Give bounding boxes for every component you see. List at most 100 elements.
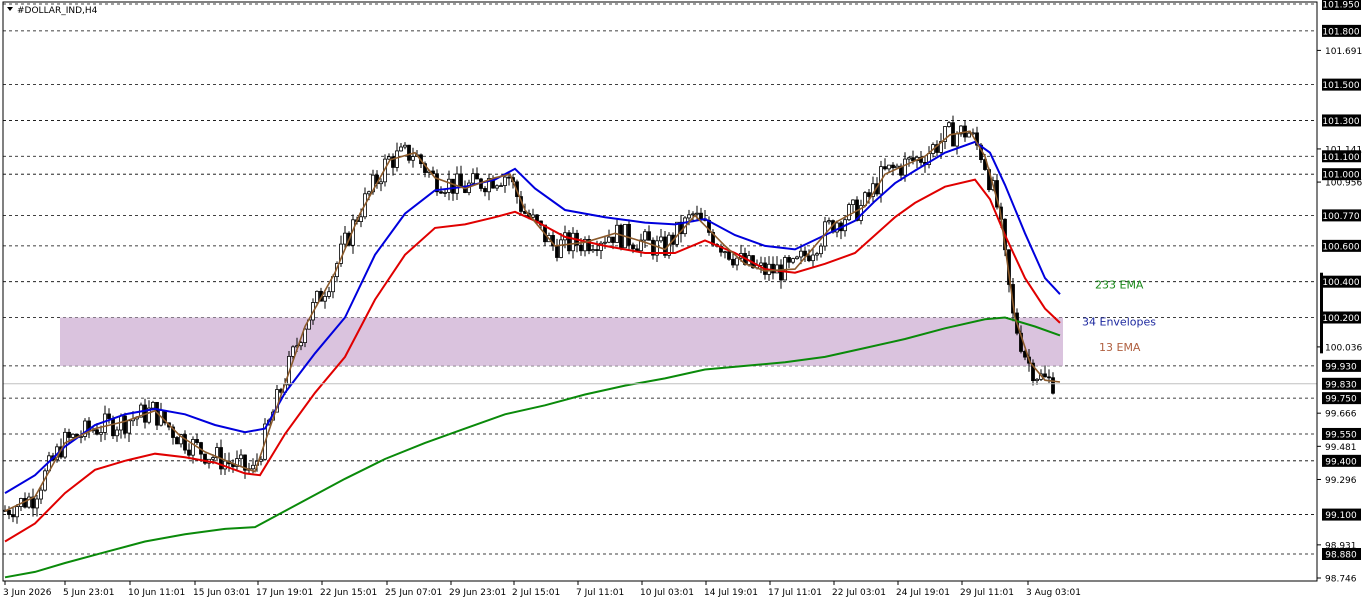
candle-body (947, 122, 951, 127)
candle-body (67, 431, 71, 438)
candle-body (967, 132, 971, 138)
candle-body (579, 244, 583, 252)
candle-body (691, 213, 695, 216)
y-tick-label: 98.931 (1325, 541, 1357, 551)
candle-body (503, 176, 507, 186)
candle-body (187, 449, 191, 456)
candle-body (259, 458, 263, 462)
candle-body (611, 236, 615, 243)
x-tick-label: 22 Jun 15:01 (320, 588, 377, 598)
candle-body (411, 156, 415, 161)
x-tick-label: 10 Jul 03:01 (640, 588, 694, 598)
candle-body (1047, 376, 1051, 379)
candle-body (123, 415, 127, 434)
candle-body (407, 144, 411, 161)
x-tick-label: 2 Jul 15:01 (512, 588, 560, 598)
candle-body (795, 256, 799, 260)
candle-body (1051, 377, 1055, 394)
y-tick-label: 101.141 (1325, 145, 1362, 155)
candle-body (99, 432, 103, 435)
x-tick-label: 10 Jun 11:01 (128, 588, 185, 598)
candle-body (183, 434, 187, 451)
axis-scroll-handle[interactable] (1320, 272, 1323, 354)
candle-body (127, 420, 131, 434)
candle-body (35, 498, 39, 509)
candle-body (659, 236, 663, 242)
candle-body (395, 150, 399, 168)
candle-body (591, 249, 595, 252)
candle-body (175, 437, 179, 445)
candle-body (695, 212, 699, 215)
candle-body (619, 224, 623, 249)
candle-body (115, 429, 119, 437)
y-tick-label: 100.036 (1325, 343, 1362, 353)
price-chart[interactable]: #DOLLAR_IND,H4 101.950 101.800 101.500 101.… (0, 0, 1362, 603)
candle-body (867, 192, 871, 197)
candle-body (103, 413, 107, 433)
candle-body (775, 264, 779, 274)
candle-body (1035, 378, 1039, 382)
candle-body (455, 173, 459, 194)
x-tick-label: 3 Aug 03:01 (1026, 588, 1081, 598)
price-level-label: 100.600 (1322, 242, 1359, 252)
y-tick-label: 98.746 (1325, 575, 1357, 585)
price-level-label: 100.770 (1322, 212, 1359, 222)
candle-body (471, 173, 475, 184)
x-tick-label: 17 Jul 11:01 (768, 588, 822, 598)
x-tick-label: 29 Jul 11:01 (960, 588, 1014, 598)
chart-background (0, 0, 1362, 603)
candle-body (735, 257, 739, 266)
candle-body (595, 249, 599, 251)
candle-body (607, 236, 611, 243)
candle-body (555, 245, 559, 258)
price-level-label: 99.550 (1325, 430, 1357, 440)
x-tick-label: 24 Jul 19:01 (896, 588, 950, 598)
x-tick-label: 3 Jun 2026 (3, 588, 52, 598)
candle-body (475, 173, 479, 180)
candle-body (603, 241, 607, 244)
candle-body (567, 232, 571, 252)
x-tick-label: 25 Jun 07:01 (385, 588, 442, 598)
candle-body (903, 158, 907, 176)
candle-body (71, 433, 75, 438)
candle-body (107, 413, 111, 419)
candle-body (11, 514, 15, 518)
current-price-label: 99.830 (1325, 380, 1357, 390)
x-tick-label: 22 Jul 03:01 (832, 588, 886, 598)
candle-body (779, 264, 783, 281)
candle-body (815, 253, 819, 256)
symbol-title: #DOLLAR_IND,H4 (17, 6, 98, 16)
chart-title: #DOLLAR_IND,H4 (7, 6, 98, 16)
x-tick-label: 17 Jun 19:01 (256, 588, 313, 598)
candle-body (819, 245, 823, 255)
candle-body (359, 216, 363, 222)
candle-body (403, 144, 407, 148)
candle-body (955, 133, 959, 147)
price-level-label: 100.200 (1322, 314, 1359, 324)
candle-body (507, 176, 511, 179)
price-level-label: 101.950 (1322, 1, 1359, 11)
price-level-label: 101.800 (1322, 27, 1359, 37)
candle-body (911, 157, 915, 162)
price-level-label: 99.100 (1325, 511, 1357, 521)
candle-body (723, 251, 727, 254)
candle-body (759, 262, 763, 266)
candle-body (851, 199, 855, 205)
y-tick-label: 100.956 (1325, 179, 1362, 189)
candle-body (495, 185, 499, 189)
candle-body (783, 257, 787, 281)
x-tick-label: 14 Jul 19:01 (704, 588, 758, 598)
y-tick-label: 99.666 (1325, 410, 1357, 420)
candle-body (451, 178, 455, 194)
candle-body (211, 457, 215, 460)
candle-body (367, 191, 371, 195)
annotation-label: 34 Envelopes (1082, 316, 1156, 329)
candle-body (647, 231, 651, 241)
candle-body (627, 223, 631, 246)
candle-body (799, 250, 803, 258)
annotation-label: 233 EMA (1095, 278, 1144, 291)
candle-body (887, 164, 891, 170)
price-level-label: 101.500 (1322, 81, 1359, 91)
candle-body (731, 258, 735, 266)
y-tick-label: 101.691 (1325, 47, 1362, 57)
